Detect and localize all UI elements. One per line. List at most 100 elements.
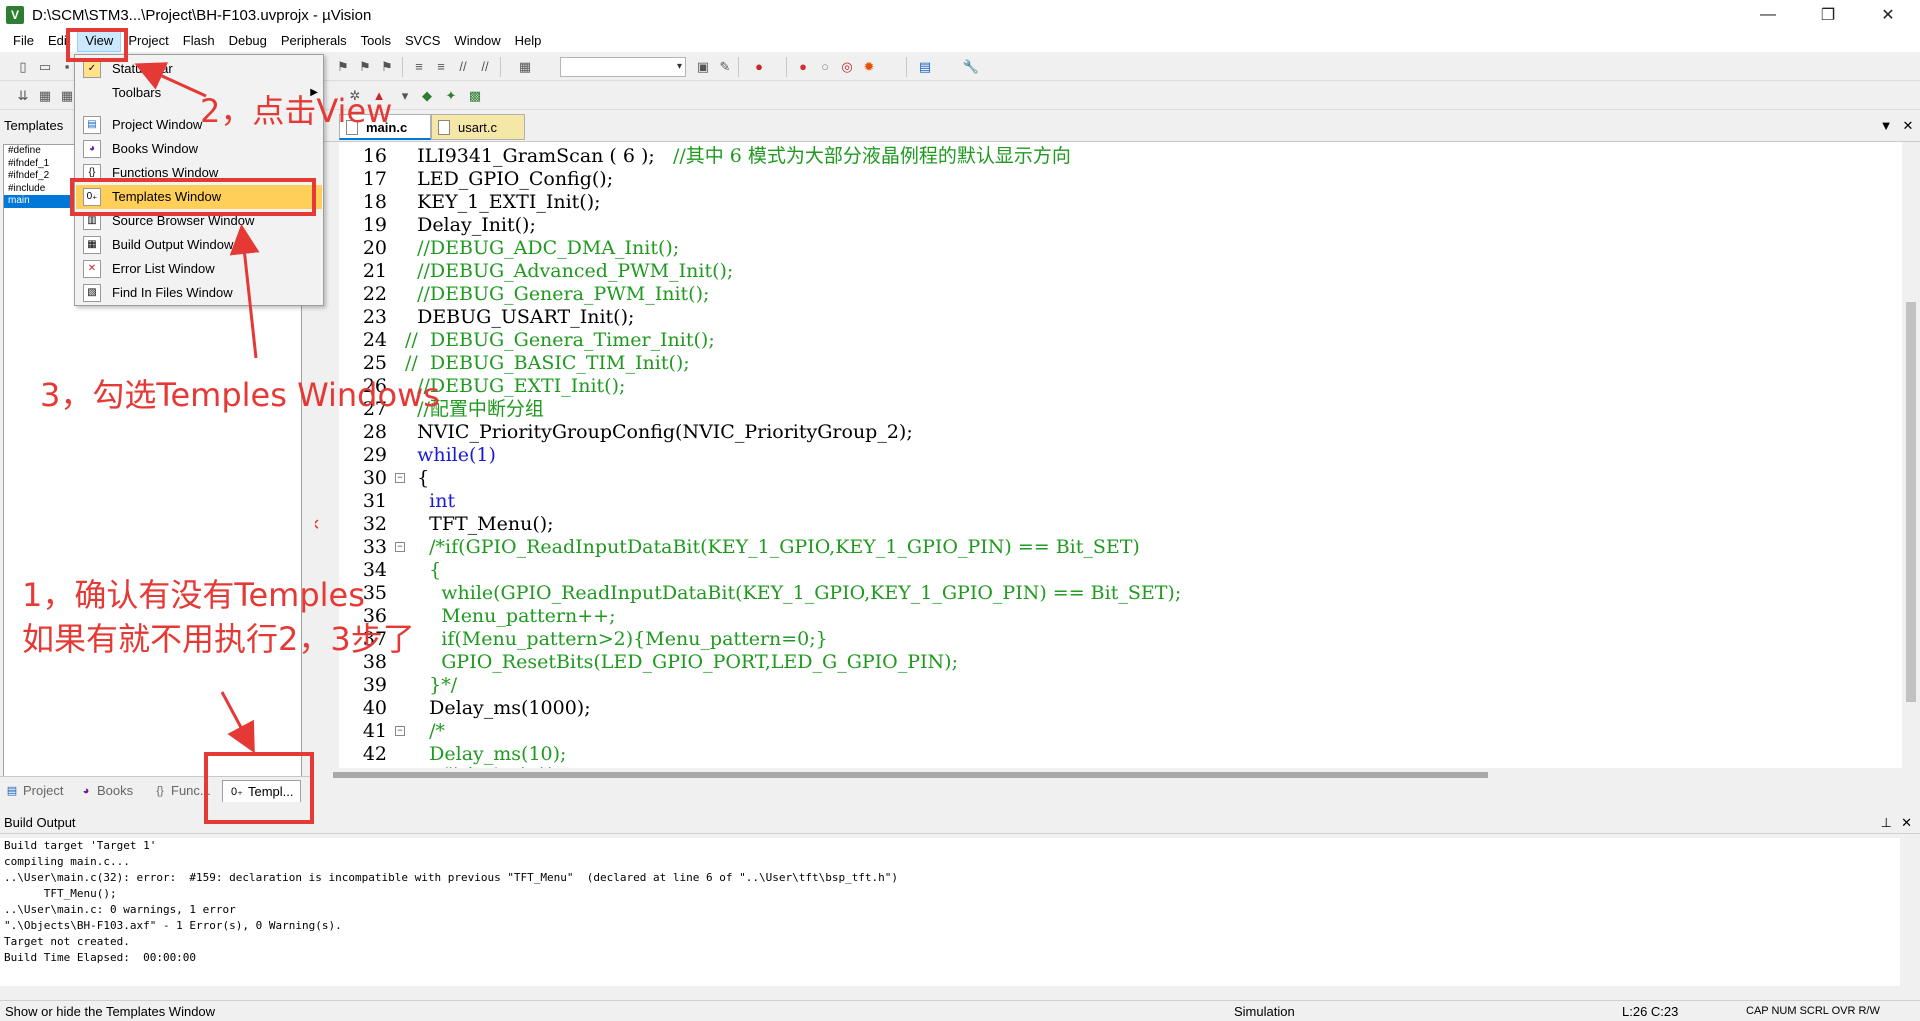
debug-session-icon[interactable]: ● — [750, 58, 768, 76]
code-line[interactable]: 30− { — [315, 467, 1905, 490]
target-select-icon[interactable]: ▾ — [396, 87, 414, 105]
functions-icon: {} — [156, 785, 164, 797]
code-line[interactable]: 42 Delay_ms(10); — [315, 743, 1905, 766]
manage-project-icon[interactable]: ◆ — [418, 87, 436, 105]
breakpoint-icon[interactable]: ● — [794, 58, 812, 76]
line-number: 18 — [362, 191, 387, 213]
code-line[interactable]: 40 Delay_ms(1000); — [315, 697, 1905, 720]
select-packs-icon[interactable]: ✦ — [442, 87, 460, 105]
scrollbar-thumb[interactable] — [333, 772, 1488, 778]
configure-icon[interactable]: 🔧 — [962, 58, 980, 76]
code-line[interactable]: 29 while(1) — [315, 444, 1905, 467]
menu-window[interactable]: Window — [447, 30, 507, 52]
code-line[interactable]: 27 //配置中断分组 — [315, 398, 1905, 421]
code-line[interactable]: 32 ✕ TFT_Menu(); — [315, 513, 1905, 536]
unindent-icon[interactable]: ≡ — [432, 58, 450, 76]
uncomment-icon[interactable]: // — [476, 58, 494, 76]
code-line[interactable]: 21 //DEBUG_Advanced_PWM_Init(); — [315, 260, 1905, 283]
menu-file[interactable]: File — [6, 30, 41, 52]
bookmark-clear-icon[interactable]: ⚑ — [378, 58, 396, 76]
bookmark-next-icon[interactable]: ⚑ — [356, 58, 374, 76]
annotation-step-1-line-1: 1，确认有没有Temples — [22, 576, 365, 614]
code-line[interactable]: 23 DEBUG_USART_Init(); — [315, 306, 1905, 329]
code-line[interactable]: 34 { — [315, 559, 1905, 582]
code-line[interactable]: 36 Menu_pattern++; — [315, 605, 1905, 628]
code-line[interactable]: 38 GPIO_ResetBits(LED_GPIO_PORT,LED_G_GP… — [315, 651, 1905, 674]
build-icon[interactable]: ▦ — [36, 87, 54, 105]
tab-list-dropdown-icon[interactable]: ▼ — [1877, 117, 1895, 135]
menu-item-build-output-window[interactable]: ▦ Build Output Window — [76, 233, 322, 257]
maximize-button[interactable]: ❐ — [1800, 0, 1856, 30]
find-combo[interactable]: ▾ — [560, 57, 686, 77]
kill-breakpoints-icon[interactable]: ✹ — [860, 58, 878, 76]
code-line[interactable]: 37 if(Menu_pattern>2){Menu_pattern=0;} — [315, 628, 1905, 651]
code-line[interactable]: 25// DEBUG_BASIC_TIM_Init(); — [315, 352, 1905, 375]
line-number: 33 — [362, 536, 387, 558]
menu-help[interactable]: Help — [508, 30, 549, 52]
minimize-button[interactable]: — — [1740, 0, 1796, 30]
code-line[interactable]: 39 }*/ — [315, 674, 1905, 697]
code-line[interactable]: 18 KEY_1_EXTI_Init(); — [315, 191, 1905, 214]
code-text: { — [405, 559, 442, 581]
code-line[interactable]: 19 Delay_Init(); — [315, 214, 1905, 237]
menu-flash[interactable]: Flash — [176, 30, 222, 52]
code-line[interactable]: 41− /* — [315, 720, 1905, 743]
editor-horizontal-scrollbar[interactable] — [315, 768, 1905, 782]
translate-icon[interactable]: ⇊ — [14, 87, 32, 105]
disable-breakpoint-icon[interactable]: ○ — [816, 58, 834, 76]
code-line[interactable]: 22 //DEBUG_Genera_PWM_Init(); — [315, 283, 1905, 306]
find-icon[interactable]: ▣ — [694, 58, 712, 76]
status-hint: Show or hide the Templates Window — [5, 1004, 216, 1019]
close-button[interactable]: ✕ — [1860, 0, 1916, 30]
close-tab-icon[interactable]: ✕ — [1899, 117, 1917, 135]
tab-functions[interactable]: {} Func... — [152, 780, 210, 802]
code-text: while(1) — [405, 444, 496, 466]
code-text: Delay_ms(1000); — [405, 697, 591, 719]
code-line[interactable]: 26 //DEBUG_EXTI_Init(); — [315, 375, 1905, 398]
menu-debug[interactable]: Debug — [222, 30, 274, 52]
menu-item-error-list-window[interactable]: ✕ Error List Window — [76, 257, 322, 281]
code-line[interactable]: 16 ILI9341_GramScan ( 6 ); //其中 6 模式为大部分… — [315, 145, 1905, 168]
line-number: 24 — [362, 329, 387, 351]
comment-icon[interactable]: // — [454, 58, 472, 76]
code-line[interactable]: 35 while(GPIO_ReadInputDataBit(KEY_1_GPI… — [315, 582, 1905, 605]
code-line[interactable]: 33− /*if(GPIO_ReadInputDataBit(KEY_1_GPI… — [315, 536, 1905, 559]
menu-item-label: Toolbars — [112, 85, 162, 100]
code-line[interactable]: 17 LED_GPIO_Config(); — [315, 168, 1905, 191]
indent-icon[interactable]: ≡ — [410, 58, 428, 76]
tab-books[interactable]: ◕ Books — [78, 780, 133, 802]
fold-toggle-icon[interactable]: − — [395, 542, 405, 552]
code-line[interactable]: 28 NVIC_PriorityGroupConfig(NVIC_Priorit… — [315, 421, 1905, 444]
menu-tools[interactable]: Tools — [354, 30, 398, 52]
window-layout-icon[interactable]: ▤ — [916, 58, 934, 76]
code-text: Delay_Init(); — [405, 214, 536, 236]
template-item-selected[interactable]: main — [4, 195, 74, 208]
fold-toggle-icon[interactable]: − — [395, 473, 405, 483]
status-bar: Show or hide the Templates Window Simula… — [0, 1000, 1920, 1021]
line-number: 19 — [362, 214, 387, 236]
code-editor[interactable]: 16 ILI9341_GramScan ( 6 ); //其中 6 模式为大部分… — [315, 142, 1920, 782]
bookmark-prev-icon[interactable]: ⚑ — [334, 58, 352, 76]
disable-all-breakpoints-icon[interactable]: ◎ — [838, 58, 856, 76]
code-text: // DEBUG_BASIC_TIM_Init(); — [405, 352, 690, 374]
new-file-icon[interactable]: ▯ — [14, 58, 32, 76]
tab-project[interactable]: ▤ Project — [4, 780, 64, 802]
menu-project[interactable]: Project — [121, 30, 175, 52]
code-line[interactable]: 31 int — [315, 490, 1905, 513]
find-in-files-icon[interactable]: ▦ — [516, 58, 534, 76]
close-panel-icon[interactable]: ✕ — [1901, 812, 1912, 834]
open-file-icon[interactable]: ▭ — [36, 58, 54, 76]
tab-usart-c[interactable]: usart.c — [431, 114, 525, 140]
code-line[interactable]: 24 // DEBUG_Genera_Timer_Init(); — [315, 329, 1905, 352]
menu-item-books-window[interactable]: ◕ Books Window — [76, 137, 322, 161]
menu-svcs[interactable]: SVCS — [398, 30, 447, 52]
editor-vertical-scrollbar[interactable] — [1902, 142, 1920, 782]
fold-toggle-icon[interactable]: − — [395, 726, 405, 736]
menu-item-find-in-files-window[interactable]: ▧ Find In Files Window — [76, 281, 322, 305]
menu-peripherals[interactable]: Peripherals — [274, 30, 354, 52]
code-line[interactable]: 20 //DEBUG_ADC_DMA_Init(); — [315, 237, 1905, 260]
run-time-environment-icon[interactable]: ▩ — [466, 87, 484, 105]
incremental-find-icon[interactable]: ✎ — [716, 58, 734, 76]
pin-icon[interactable]: ⊥ — [1881, 812, 1892, 834]
scrollbar-thumb[interactable] — [1906, 302, 1916, 702]
